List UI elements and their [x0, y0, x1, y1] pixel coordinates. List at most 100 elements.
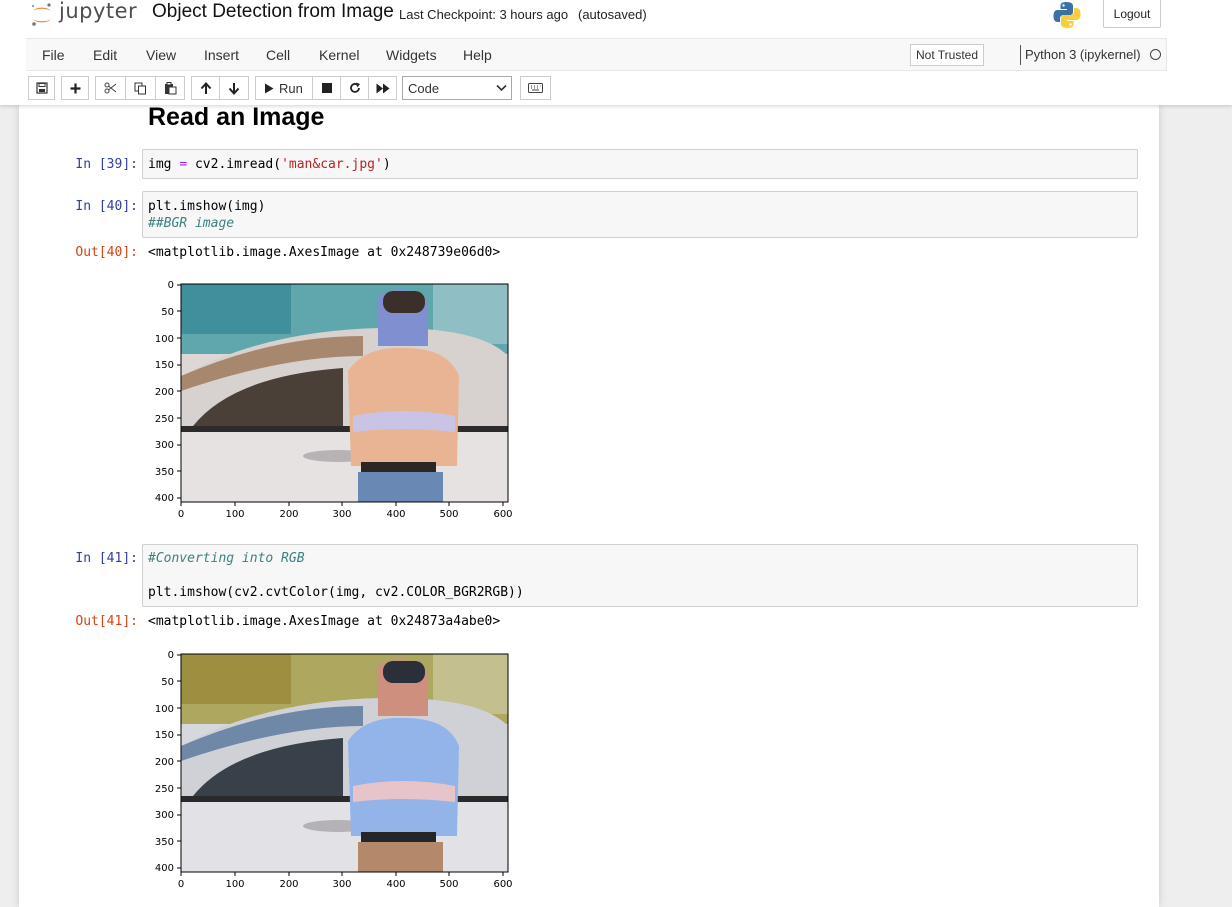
interrupt-button[interactable]	[312, 76, 341, 100]
code-string: 'man&car.jpg'	[281, 157, 383, 172]
kernel-name[interactable]: Python 3 (ipykernel)	[1025, 47, 1141, 62]
x-tick-label: 300	[332, 509, 351, 520]
restart-button[interactable]	[340, 76, 369, 100]
y-tick-label: 50	[161, 307, 174, 318]
y-tick-label: 300	[155, 810, 174, 821]
arrow-down-icon	[228, 82, 240, 95]
y-tick-label: 200	[155, 757, 174, 768]
jupyter-logo[interactable]: jupyter	[30, 0, 140, 28]
x-tick-label: 0	[178, 879, 184, 890]
arrow-up-icon	[200, 81, 211, 94]
in-prompt: In [40]:	[75, 199, 138, 214]
code-cell-input[interactable]: img = cv2.imread('man&car.jpg')	[142, 149, 1138, 179]
jupyter-logo-icon	[31, 3, 51, 26]
y-tick-label: 150	[155, 360, 174, 371]
y-tick-label: 250	[155, 784, 174, 795]
y-tick-label: 0	[168, 280, 174, 291]
menu-help[interactable]: Help	[463, 47, 492, 63]
insert-cell-button[interactable]	[61, 76, 89, 100]
move-down-button[interactable]	[219, 76, 249, 100]
notebook-header: jupyter Object Detection from Image Last…	[0, 0, 1232, 105]
paste-icon	[164, 81, 176, 94]
checkpoint-status: Last Checkpoint: 3 hours ago	[399, 7, 569, 22]
paste-button[interactable]	[155, 76, 185, 100]
chevron-down-icon	[496, 84, 507, 92]
run-button[interactable]: Run	[255, 76, 313, 100]
x-tick-label: 600	[493, 879, 512, 890]
menu-kernel[interactable]: Kernel	[319, 47, 359, 63]
code-line: plt.imshow(img)	[148, 199, 266, 214]
code-line: img = cv2.imread('man&car.jpg')	[148, 157, 391, 172]
run-label: Run	[279, 80, 303, 96]
y-tick-label: 350	[155, 467, 174, 478]
x-axis: 0 100 200 300 400 500 600	[178, 502, 513, 520]
save-button[interactable]	[28, 76, 55, 100]
out-prompt: Out[40]:	[75, 245, 138, 260]
x-tick-label: 100	[225, 879, 244, 890]
x-tick-label: 500	[439, 879, 458, 890]
menu-insert[interactable]: Insert	[204, 47, 239, 63]
y-axis: 0 50 100 150 200 250 300 350 400	[155, 280, 181, 504]
x-tick-label: 400	[386, 509, 405, 520]
scissors-icon	[104, 82, 117, 94]
output-text: <matplotlib.image.AxesImage at 0x24873a4…	[148, 614, 501, 629]
notebook-title[interactable]: Object Detection from Image	[152, 1, 394, 23]
jupyter-wordmark: jupyter	[59, 0, 138, 23]
y-tick-label: 100	[155, 334, 174, 345]
move-up-button[interactable]	[191, 76, 220, 100]
menu-edit[interactable]: Edit	[93, 47, 117, 63]
x-tick-label: 100	[225, 509, 244, 520]
x-axis: 0 100 200 300 400 500 600	[178, 872, 513, 890]
code-comment: #Converting into RGB	[148, 551, 305, 566]
in-prompt: In [41]:	[75, 551, 138, 566]
keyboard-icon	[528, 83, 543, 93]
x-tick-label: 200	[279, 509, 298, 520]
not-trusted-badge[interactable]: Not Trusted	[910, 44, 984, 66]
code-cell-input[interactable]: #Converting into RGB plt.imshow(cv2.cvtC…	[142, 544, 1138, 607]
y-tick-label: 250	[155, 414, 174, 425]
y-tick-label: 200	[155, 387, 174, 398]
image-plot-rgb: 0 100 200 300 400 500 600 0 50 100 150 2…	[143, 646, 523, 901]
rgb-photo	[181, 654, 508, 872]
python-logo-icon	[1053, 2, 1081, 28]
y-tick-label: 400	[155, 863, 174, 874]
x-tick-label: 300	[332, 879, 351, 890]
code-call: cv2.imread(	[187, 157, 282, 172]
restart-run-all-button[interactable]	[368, 76, 397, 100]
y-tick-label: 400	[155, 493, 174, 504]
code-var: img	[148, 157, 180, 172]
in-prompt: In [39]:	[75, 157, 138, 172]
cut-button[interactable]	[95, 76, 126, 100]
autosave-status: (autosaved)	[578, 7, 647, 22]
kernel-idle-indicator-icon	[1150, 49, 1161, 60]
copy-button[interactable]	[125, 76, 156, 100]
kernel-divider	[1020, 45, 1021, 65]
code-operator: =	[179, 157, 188, 172]
markdown-heading: Read an Image	[148, 103, 325, 131]
stop-icon	[321, 83, 332, 93]
copy-icon	[134, 82, 146, 94]
plus-icon	[70, 83, 80, 93]
y-tick-label: 0	[168, 650, 174, 661]
x-tick-label: 400	[386, 879, 405, 890]
code-paren: )	[382, 157, 391, 172]
cell-type-value: Code	[408, 80, 440, 96]
y-tick-label: 100	[155, 704, 174, 715]
code-cell-input[interactable]: plt.imshow(img) ##BGR image	[142, 191, 1138, 238]
menubar: File Edit View Insert Cell Kernel Widget…	[26, 38, 1167, 71]
play-icon	[265, 83, 274, 93]
command-palette-button[interactable]	[520, 76, 551, 100]
menu-widgets[interactable]: Widgets	[386, 47, 437, 63]
menu-view[interactable]: View	[146, 47, 176, 63]
menu-cell[interactable]: Cell	[266, 47, 290, 63]
fast-forward-icon	[376, 83, 389, 93]
output-text: <matplotlib.image.AxesImage at 0x248739e…	[148, 245, 501, 260]
logout-button[interactable]: Logout	[1103, 0, 1161, 28]
menu-file[interactable]: File	[42, 47, 65, 63]
y-tick-label: 150	[155, 730, 174, 741]
cell-type-select[interactable]: Code	[402, 76, 512, 100]
y-tick-label: 50	[161, 677, 174, 688]
x-tick-label: 500	[439, 509, 458, 520]
image-plot-bgr: 0 100 200 300 400 500 600 0 50 100 150 2…	[143, 276, 523, 531]
x-tick-label: 0	[178, 509, 184, 520]
